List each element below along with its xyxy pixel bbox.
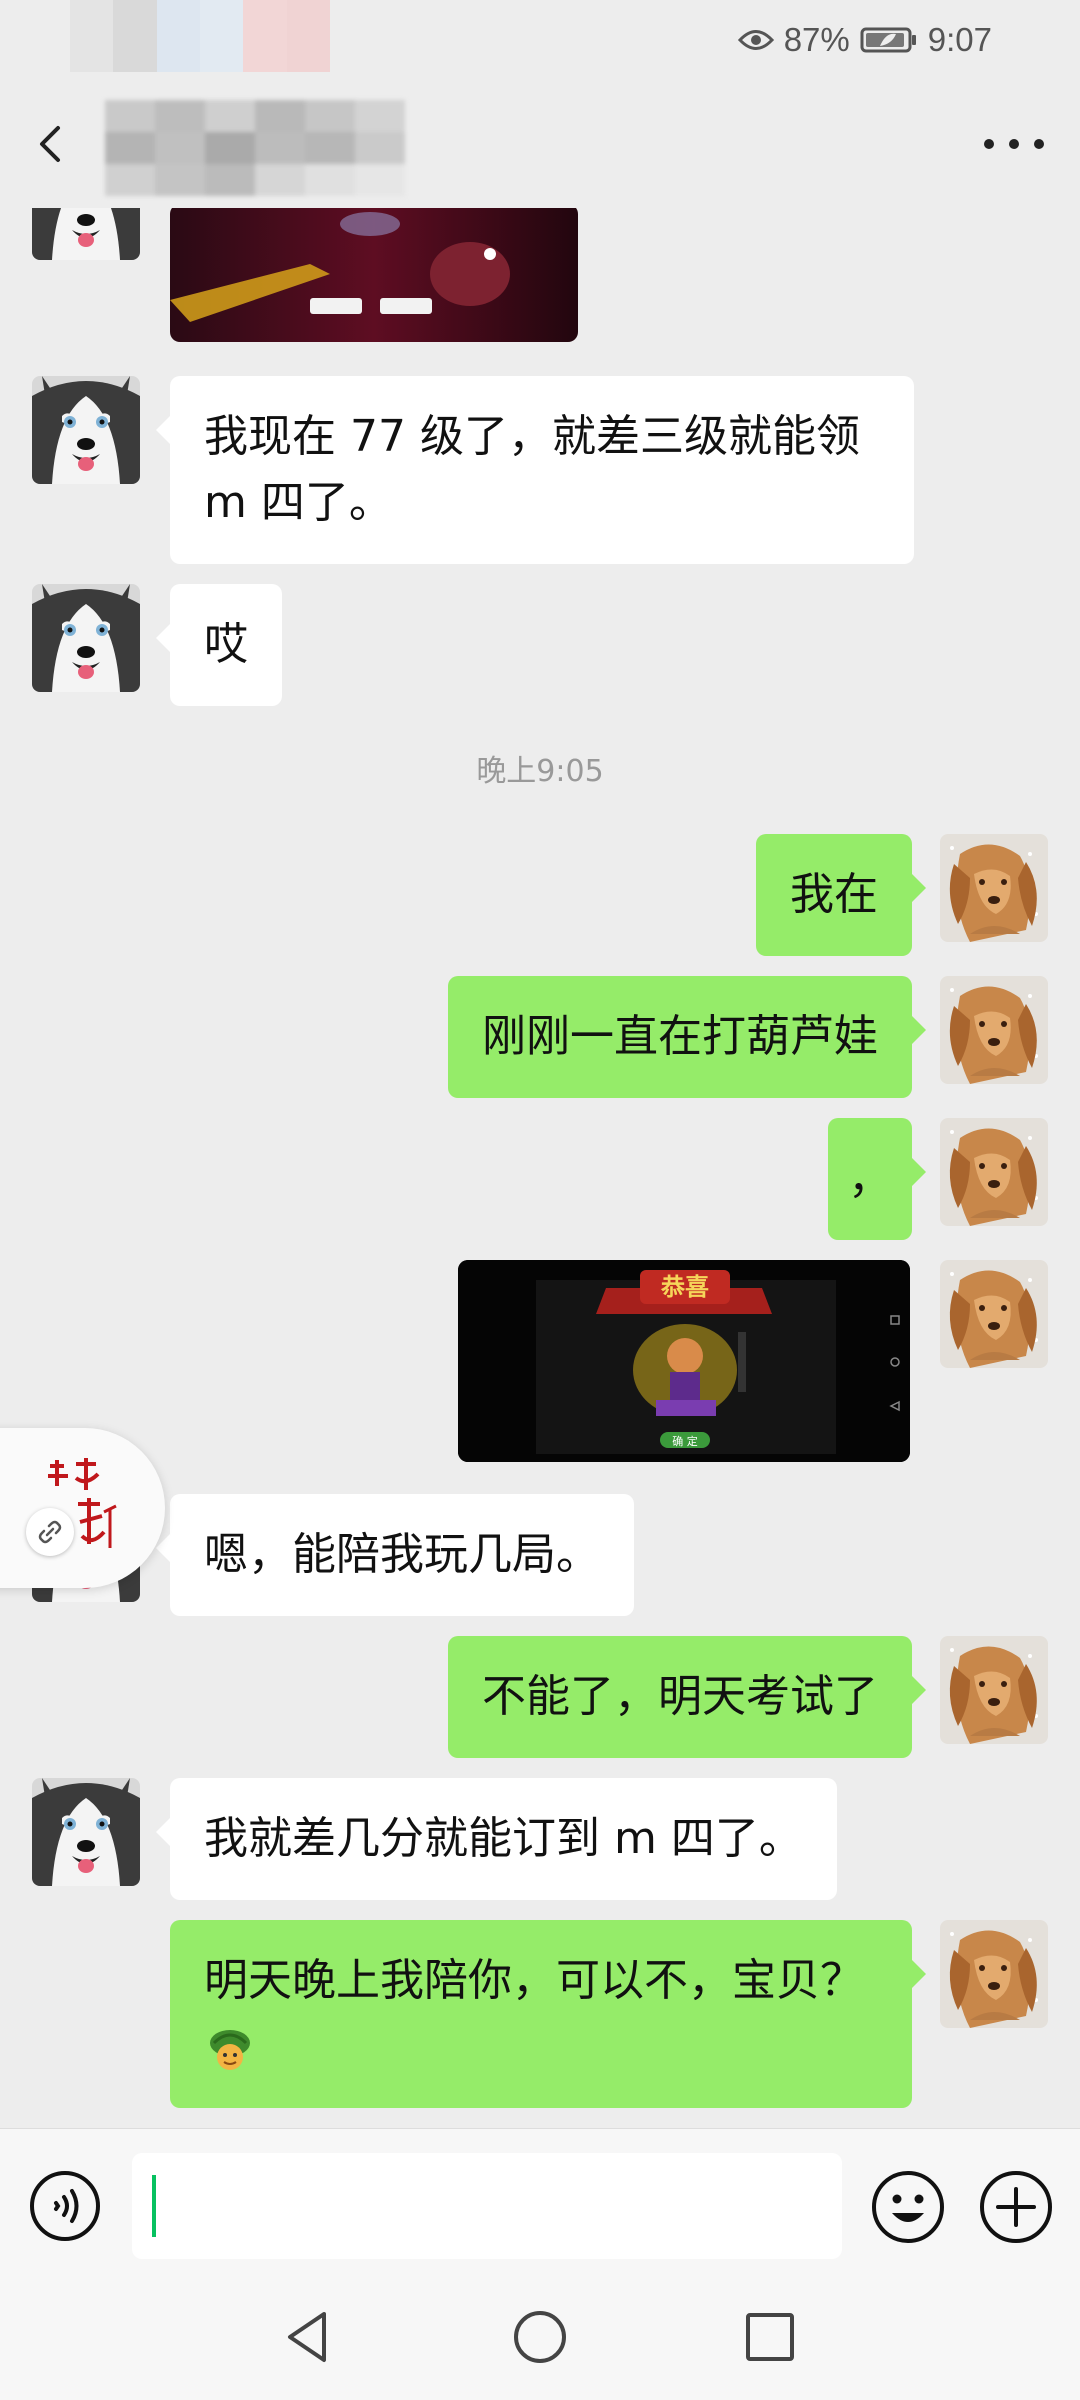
game-popup-button: 确 定: [672, 1434, 698, 1448]
emoji-icon[interactable]: [870, 2169, 946, 2245]
image-message[interactable]: [170, 208, 578, 342]
self-avatar[interactable]: [940, 1636, 1048, 1744]
contact-avatar[interactable]: [32, 1778, 140, 1886]
message-bubble-incoming[interactable]: 哎: [156, 584, 282, 706]
message-bubble-incoming[interactable]: 我就差几分就能订到 m 四了。: [156, 1778, 837, 1900]
status-right: 87% 9:07: [737, 18, 992, 62]
floating-link-window[interactable]: [0, 1428, 165, 1588]
self-avatar[interactable]: [940, 1260, 1048, 1368]
contact-avatar[interactable]: [32, 208, 140, 260]
chat-header: [0, 80, 1080, 208]
nav-back-icon[interactable]: [274, 2302, 344, 2372]
message-text: 明天晚上我陪你，可以不，宝贝？: [204, 1955, 864, 2006]
message-timestamp: 晚上9:05: [476, 754, 604, 789]
message-bubble-outgoing[interactable]: 刚刚一直在打葫芦娃: [448, 976, 926, 1098]
plus-icon[interactable]: [978, 2169, 1054, 2245]
self-avatar[interactable]: [940, 976, 1048, 1084]
system-navigation-bar: [0, 2278, 1080, 2400]
status-bar: 87% 9:07: [0, 0, 1080, 80]
nav-recents-icon[interactable]: [735, 2302, 805, 2372]
eye-icon: [737, 30, 774, 50]
self-avatar[interactable]: [940, 1920, 1048, 2028]
contact-avatar[interactable]: [32, 584, 140, 692]
more-dots-icon[interactable]: [984, 126, 1044, 162]
voice-input-icon[interactable]: [28, 2169, 102, 2243]
contact-name-blurred: [105, 100, 405, 196]
back-arrow-icon[interactable]: [28, 114, 76, 174]
self-avatar[interactable]: [940, 834, 1048, 942]
game-popup-title: 恭喜: [660, 1273, 709, 1301]
message-bubble-incoming[interactable]: 嗯，能陪我玩几局。: [156, 1494, 634, 1616]
message-bubble-outgoing[interactable]: 明天晚上我陪你，可以不，宝贝？: [170, 1920, 926, 2108]
battery-percent: 87%: [783, 21, 850, 58]
message-input-bar: [0, 2128, 1080, 2278]
turtle-emoji-icon: [210, 2030, 250, 2070]
clock-time: 9:07: [927, 21, 992, 58]
status-notification-blur: [70, 0, 330, 72]
nav-home-icon[interactable]: [505, 2302, 575, 2372]
message-bubble-outgoing[interactable]: 不能了，明天考试了: [448, 1636, 926, 1758]
message-bubble-incoming[interactable]: 我现在 77 级了，就差三级就能领 m 四了。: [156, 376, 914, 564]
link-icon[interactable]: [26, 1508, 74, 1556]
image-message[interactable]: 恭喜 确 定: [458, 1260, 910, 1462]
message-input[interactable]: [132, 2153, 842, 2259]
self-avatar[interactable]: [940, 1118, 1048, 1226]
message-bubble-outgoing[interactable]: 我在: [756, 834, 926, 956]
message-bubble-outgoing[interactable]: ，: [828, 1118, 926, 1240]
text-cursor: [152, 2175, 156, 2237]
contact-avatar[interactable]: [32, 376, 140, 484]
battery-icon: [860, 27, 916, 53]
chat-area[interactable]: 我现在 77 级了，就差三级就能领 m 四了。 哎 晚上9:05 我在 刚刚一直…: [0, 208, 1080, 2128]
